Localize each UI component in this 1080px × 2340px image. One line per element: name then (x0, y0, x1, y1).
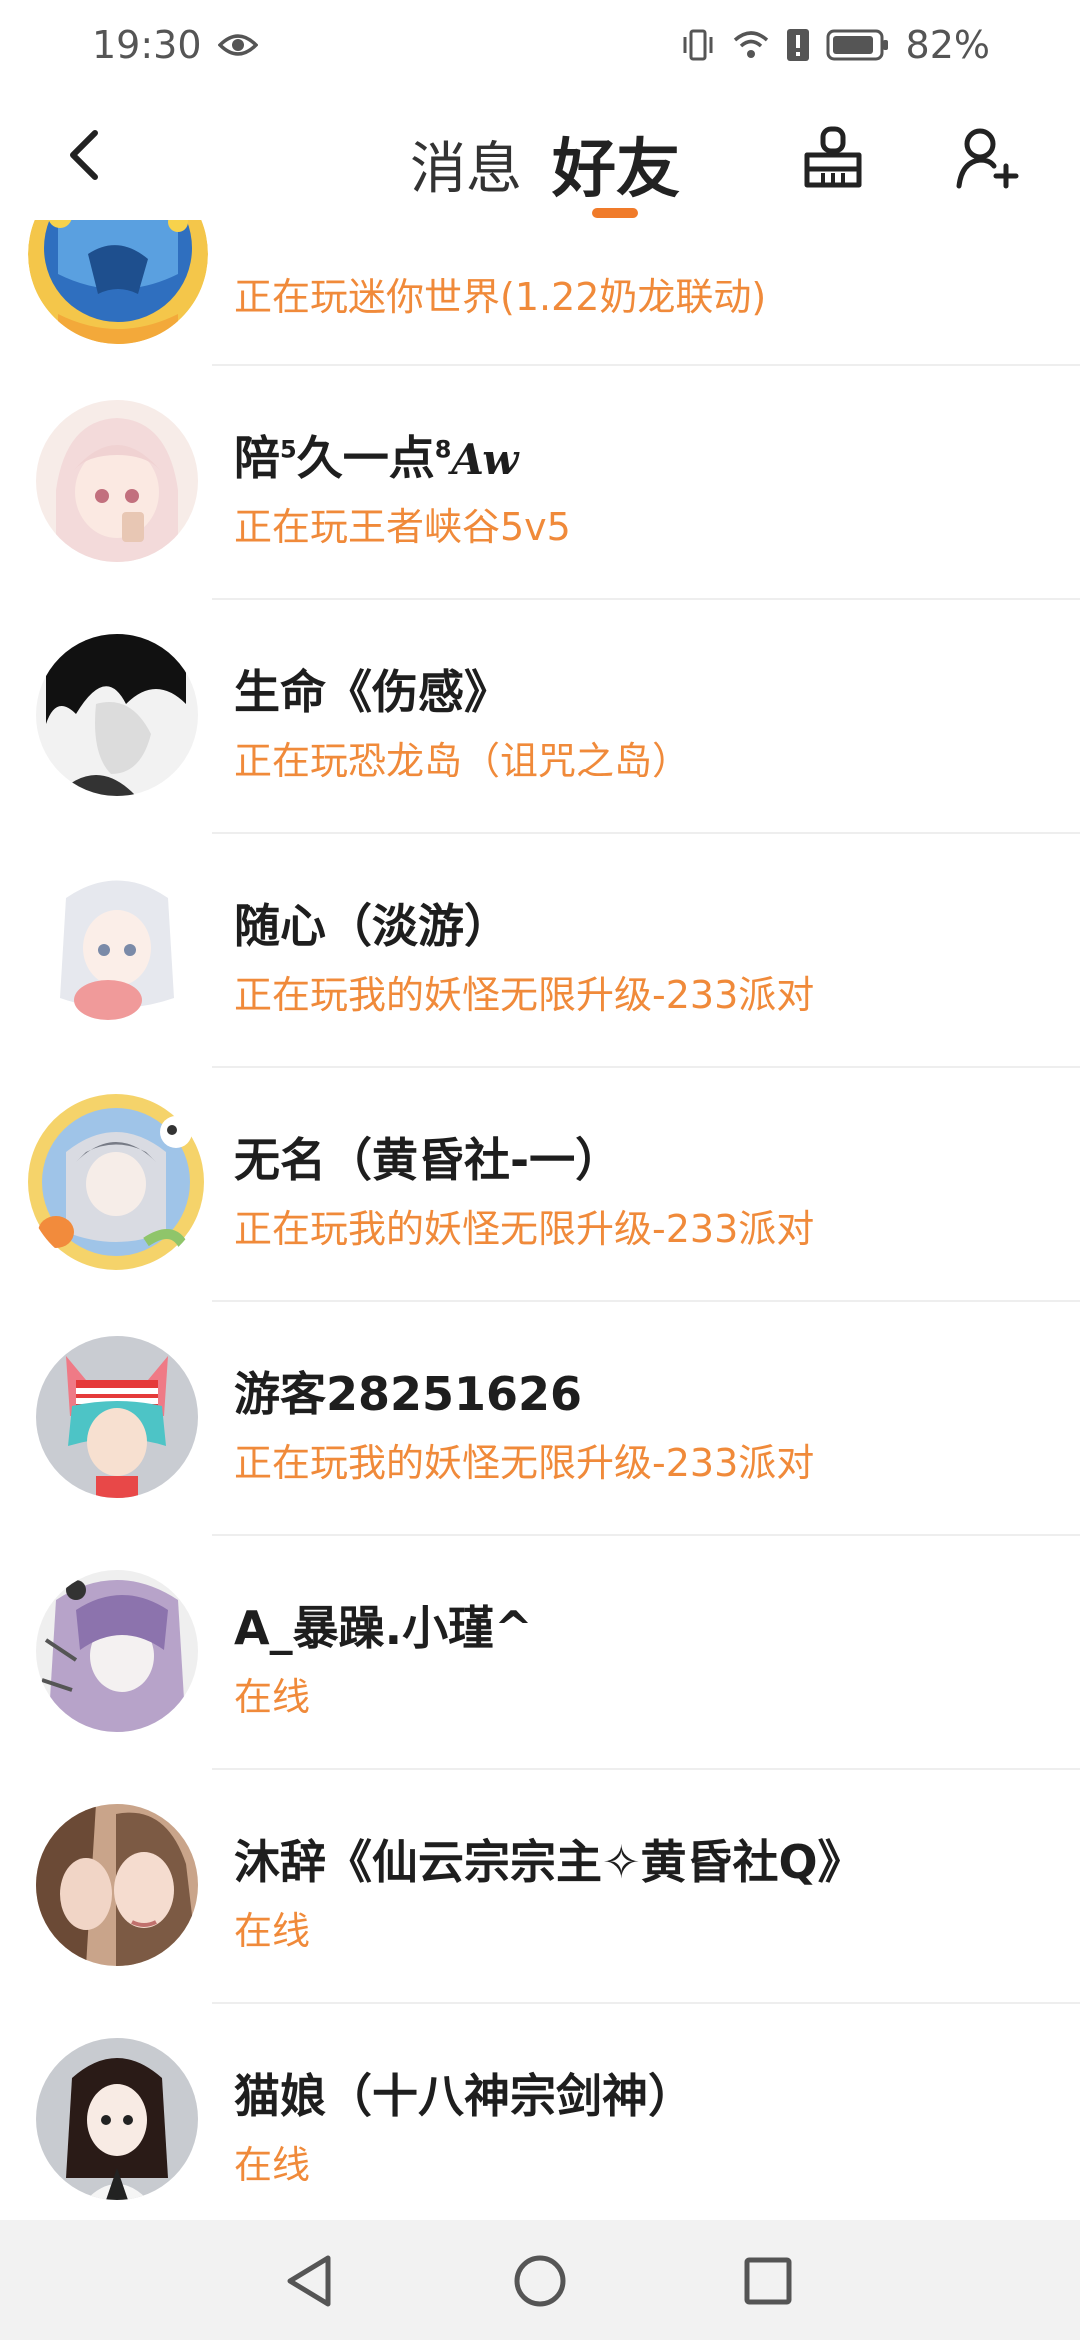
list-item[interactable]: 随心（淡游） 正在玩我的妖怪无限升级-233派对 (0, 834, 1080, 1068)
list-item[interactable]: 无名（黄昏社-一） 正在玩我的妖怪无限升级-233派对 (0, 1068, 1080, 1302)
friends-screen: 正在玩迷你世界(1.22奶龙联动) 陪5久一点8Aw 正在玩王者峡谷5v5 生命… (0, 0, 1080, 2340)
broom-icon (804, 126, 862, 188)
tab-indicator (592, 208, 638, 218)
alert-sim-icon (786, 28, 810, 62)
vibrate-icon (680, 28, 716, 62)
friend-name: 生命《伤感》 (234, 665, 510, 719)
friend-status: 正在玩迷你世界(1.22奶龙联动) (234, 275, 767, 319)
friend-status: 正在玩我的妖怪无限升级-233派对 (234, 1207, 815, 1251)
friend-status: 正在玩我的妖怪无限升级-233派对 (234, 1441, 815, 1485)
battery-icon (826, 28, 890, 62)
tab-friends[interactable]: 好友 (552, 118, 680, 210)
status-bar: 19:30 82% (0, 0, 1080, 90)
friend-list[interactable]: 正在玩迷你世界(1.22奶龙联动) 陪5久一点8Aw 正在玩王者峡谷5v5 生命… (0, 0, 1080, 2220)
friend-name: 沐辞《仙云宗宗主✧黄昏社Q》 (234, 1835, 864, 1889)
friend-name: 随心（淡游） (234, 899, 510, 953)
friend-name: 游客28251626 (234, 1367, 583, 1421)
friend-status: 在线 (234, 1909, 311, 1953)
avatar (36, 634, 198, 796)
avatar (36, 1804, 198, 1966)
nav-home-button[interactable] (505, 2246, 575, 2316)
triangle-back-icon (287, 2255, 331, 2307)
friend-status: 正在玩王者峡谷5v5 (234, 505, 571, 549)
friend-status: 在线 (234, 2143, 311, 2187)
friend-name: 陪5久一点8Aw (234, 431, 519, 485)
square-recents-icon (744, 2257, 792, 2305)
system-nav-bar (0, 2220, 1080, 2340)
friend-status: 正在玩恐龙岛（诅咒之岛） (234, 739, 691, 783)
list-item[interactable]: 陪5久一点8Aw 正在玩王者峡谷5v5 (0, 366, 1080, 600)
battery-level: 82% (905, 23, 990, 67)
list-item[interactable]: 生命《伤感》 正在玩恐龙岛（诅咒之岛） (0, 600, 1080, 834)
friend-name: 无名（黄昏社-一） (234, 1133, 622, 1187)
avatar (36, 1336, 198, 1498)
friend-name: A_暴躁.小瑾^ (234, 1601, 533, 1655)
eye-icon (217, 31, 258, 59)
avatar (36, 2038, 198, 2200)
list-item[interactable]: 游客28251626 正在玩我的妖怪无限升级-233派对 (0, 1302, 1080, 1536)
friend-status: 在线 (234, 1675, 311, 1719)
avatar (36, 868, 198, 1030)
add-user-icon (956, 128, 1019, 189)
clock: 19:30 (92, 23, 202, 67)
chevron-left-icon (70, 130, 98, 180)
friend-name: 猫娘（十八神宗剑神） (234, 2069, 694, 2123)
list-item[interactable]: 猫娘（十八神宗剑神） 在线 (0, 2004, 1080, 2220)
back-button[interactable] (48, 120, 118, 190)
wifi-icon (732, 29, 770, 61)
avatar (36, 1570, 198, 1732)
nav-back-button[interactable] (274, 2246, 344, 2316)
tab-messages[interactable]: 消息 (410, 124, 522, 205)
circle-home-icon (514, 2255, 566, 2307)
add-friend-button[interactable] (950, 120, 1026, 196)
nav-recents-button[interactable] (733, 2246, 803, 2316)
avatar (36, 400, 198, 562)
avatar (26, 1092, 206, 1272)
friend-status: 正在玩我的妖怪无限升级-233派对 (234, 973, 815, 1017)
status-bar-right: 82% (680, 23, 990, 67)
list-item[interactable]: A_暴躁.小瑾^ 在线 (0, 1536, 1080, 1770)
status-bar-left: 19:30 (92, 23, 258, 67)
header: 消息 好友 (0, 90, 1080, 220)
cleanup-button[interactable] (798, 120, 868, 196)
list-item[interactable]: 沐辞《仙云宗宗主✧黄昏社Q》 在线 (0, 1770, 1080, 2004)
